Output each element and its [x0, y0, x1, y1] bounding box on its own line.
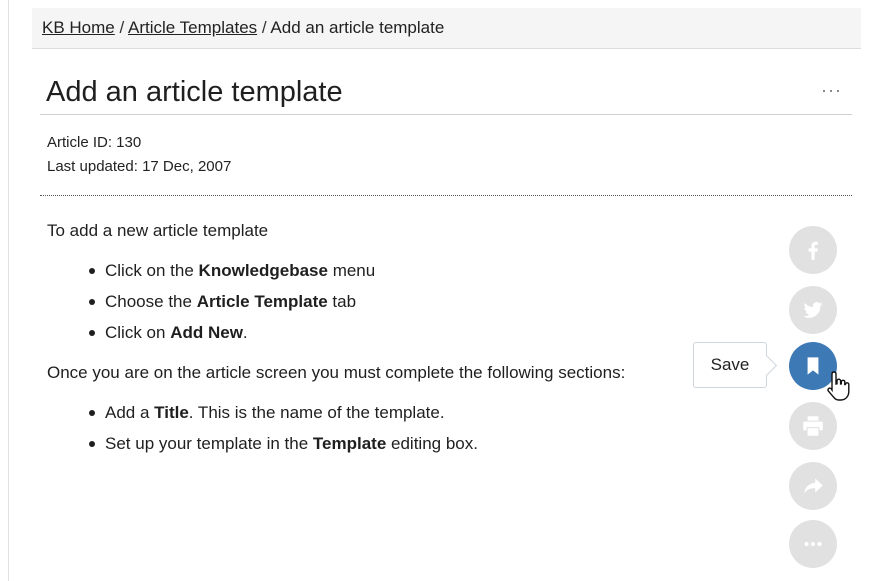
section-text-2-end: editing box. — [386, 434, 478, 453]
list-item: Click on the Knowledgebase menu — [89, 255, 697, 286]
more-options-button[interactable]: ··· — [821, 80, 842, 101]
divider — [40, 195, 852, 196]
print-button[interactable] — [789, 402, 837, 450]
hand-pointer-cursor-icon — [827, 371, 850, 401]
twitter-icon — [803, 302, 823, 318]
step-bold-2: Article Template — [196, 292, 328, 311]
print-icon — [803, 416, 823, 436]
step-text-2-end: tab — [327, 292, 357, 311]
share-arrow-icon — [804, 478, 823, 494]
section-text-2: Set up your template in the — [105, 434, 313, 453]
article-id: Article ID: 130 — [47, 134, 142, 151]
step-text-1: Click on the — [105, 261, 199, 280]
last-updated: Last updated: 17 Dec, 2007 — [47, 158, 232, 175]
followup-text: Once you are on the article screen you m… — [47, 363, 626, 382]
bookmark-icon — [807, 357, 819, 375]
article-meta: Article ID: 130 Last updated: 17 Dec, 20… — [47, 131, 231, 179]
page-title: Add an article template — [46, 76, 343, 108]
facebook-share-button[interactable] — [789, 226, 837, 274]
section-bold-1: Title — [154, 403, 189, 422]
article-header: Add an article template ··· — [40, 70, 852, 115]
twitter-share-button[interactable] — [789, 286, 837, 334]
save-tooltip: Save — [693, 342, 767, 388]
breadcrumb-separator: / — [261, 18, 267, 37]
step-text-1-end: menu — [327, 261, 376, 280]
tooltip-label: Save — [710, 355, 750, 374]
steps-list: Click on the Knowledgebase menu Choose t… — [89, 255, 697, 348]
breadcrumb: KB Home / Article Templates / Add an art… — [32, 8, 861, 49]
more-dots-icon — [804, 541, 822, 547]
step-text-3: Click on — [105, 323, 171, 342]
intro-text: To add a new article template — [47, 221, 269, 240]
breadcrumb-separator: / — [119, 18, 125, 37]
list-item: Set up your template in the Template edi… — [89, 428, 697, 459]
section-text-1-end: . This is the name of the template. — [188, 403, 445, 422]
facebook-icon — [808, 241, 818, 260]
section-text-1: Add a — [105, 403, 155, 422]
article-body: To add a new article template Click on t… — [47, 216, 697, 469]
step-bold-1: Knowledgebase — [198, 261, 328, 280]
step-text-3-end: . — [242, 323, 248, 342]
breadcrumb-home-link[interactable]: KB Home — [42, 18, 115, 37]
breadcrumb-section-link[interactable]: Article Templates — [128, 18, 257, 37]
page-left-border — [8, 0, 9, 581]
breadcrumb-current: Add an article template — [270, 18, 445, 37]
list-item: Choose the Article Template tab — [89, 286, 697, 317]
step-bold-3: Add New — [170, 323, 243, 342]
share-button[interactable] — [789, 462, 837, 510]
list-item: Click on Add New. — [89, 317, 697, 348]
list-item: Add a Title. This is the name of the tem… — [89, 397, 697, 428]
sections-list: Add a Title. This is the name of the tem… — [89, 397, 697, 459]
section-bold-2: Template — [312, 434, 387, 453]
step-text-2: Choose the — [105, 292, 197, 311]
more-share-options-button[interactable] — [789, 520, 837, 568]
